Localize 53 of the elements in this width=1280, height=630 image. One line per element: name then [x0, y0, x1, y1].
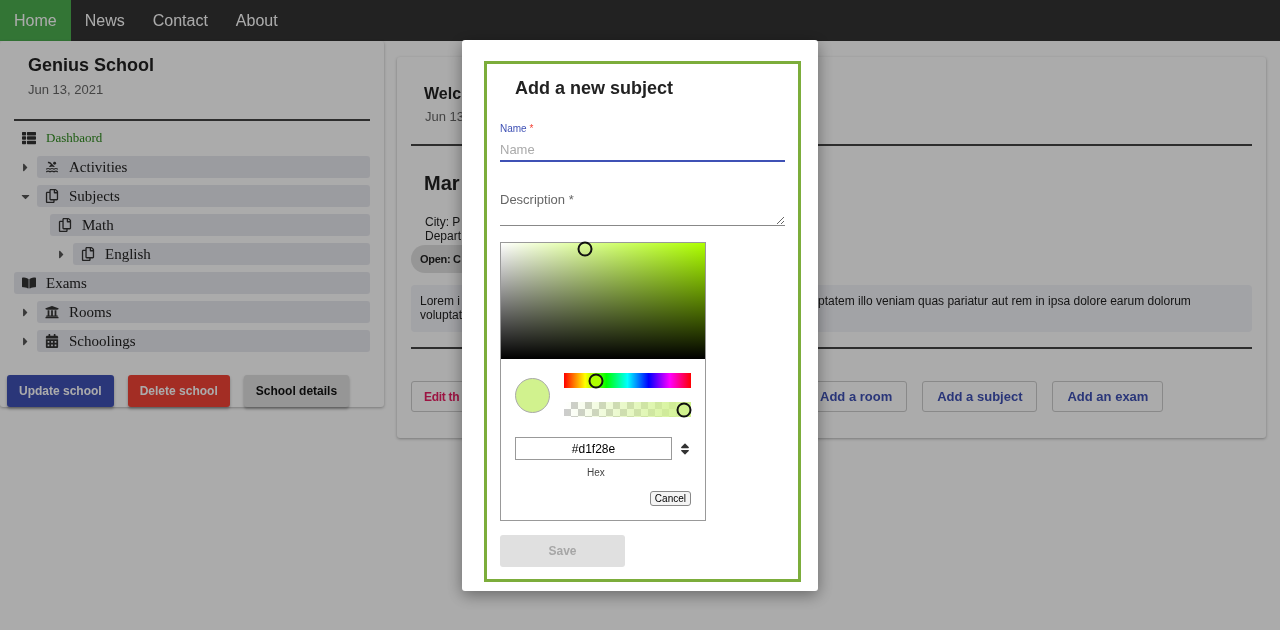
school-button[interactable]: Update school — [7, 375, 114, 407]
alpha-slider[interactable] — [564, 402, 691, 417]
nav-link[interactable]: About — [221, 0, 292, 41]
swimmer-icon — [45, 160, 59, 174]
tree-item-label: Rooms — [69, 303, 112, 321]
tree-item[interactable]: Math — [50, 214, 370, 236]
tree-item-label: Dashbaord — [46, 130, 103, 146]
welcome-title: Welc — [424, 85, 462, 103]
modal-title: Add a new subject — [515, 78, 675, 99]
bank-icon — [45, 305, 59, 319]
cancel-button[interactable]: Cancel — [649, 491, 691, 506]
field-label: Name * — [500, 123, 535, 134]
field-label: Description * — [500, 192, 575, 207]
calendar-icon — [45, 334, 59, 348]
school-heading: Mar — [424, 172, 460, 195]
sort-icon[interactable] — [679, 441, 691, 456]
info-text: City: P — [425, 215, 461, 229]
tree-item[interactable]: Subjects — [37, 185, 370, 207]
tree-item[interactable]: Schoolings — [37, 330, 370, 352]
tree-item-label: Schoolings — [69, 332, 136, 350]
action-button[interactable]: Add an exam — [1052, 381, 1164, 412]
hue-slider[interactable] — [564, 373, 691, 388]
nav-link[interactable]: Contact — [138, 0, 222, 41]
copy-icon — [58, 218, 72, 232]
picker-handle[interactable] — [577, 241, 593, 257]
tree-item-label: Exams — [46, 274, 87, 292]
tree-item-label: Math — [82, 216, 114, 234]
saturation-area[interactable] — [501, 243, 705, 359]
tree-item-label: Subjects — [69, 187, 120, 205]
description-text: Lorem i — [420, 294, 461, 308]
school-title: Genius School — [28, 55, 156, 76]
tree-item-label: English — [105, 245, 151, 263]
hex-label: Hex — [587, 467, 606, 478]
hex-input[interactable]: #d1f28e — [515, 437, 672, 460]
action-button[interactable]: Add a subject — [922, 381, 1038, 412]
tree-item[interactable]: English — [73, 243, 370, 265]
description-text: voluptat — [420, 308, 464, 322]
slider-handle[interactable] — [588, 373, 604, 388]
tree-item-label: Activities — [69, 158, 128, 176]
list-icon — [22, 131, 36, 145]
slider-handle[interactable] — [676, 402, 691, 417]
open-book-icon — [22, 276, 36, 290]
description-text: ptatem illo veniam quas pariatur aut rem in ipsa dolore earum dolorum — [818, 294, 1191, 310]
copy-icon — [81, 247, 95, 261]
tree-item[interactable]: Dashbaord — [14, 127, 370, 149]
school-button[interactable]: School details — [243, 375, 350, 407]
color-swatch — [515, 377, 550, 413]
info-text: Depart — [425, 229, 462, 243]
tree-item[interactable]: Activities — [37, 156, 370, 178]
school-date: Jun 13, 2021 — [28, 82, 104, 97]
copy-icon — [45, 189, 59, 203]
tree-item[interactable]: Rooms — [37, 301, 370, 323]
tree-item[interactable]: Exams — [14, 272, 370, 294]
